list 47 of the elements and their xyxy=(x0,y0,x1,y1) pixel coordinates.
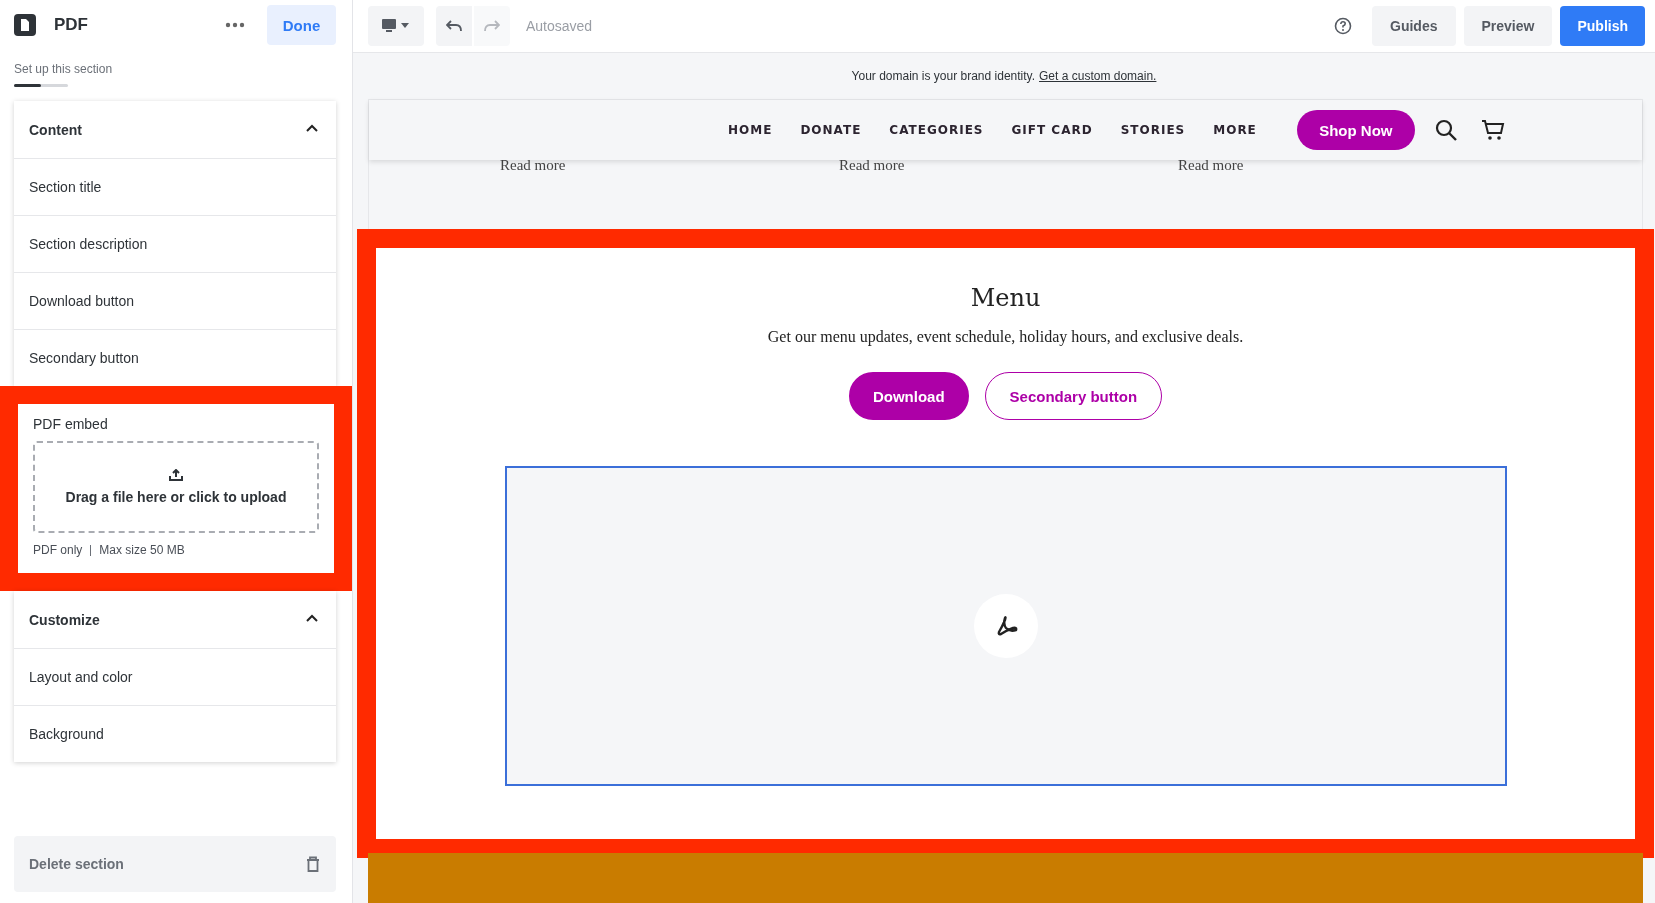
toolbar-button[interactable]: Preview xyxy=(1463,6,1553,46)
toolbar-button[interactable]: Guides xyxy=(1372,6,1456,46)
domain-banner-text: Your domain is your brand identity. xyxy=(851,69,1036,83)
upload-hint: Max size 50 MB xyxy=(99,543,185,557)
nav-link[interactable]: MORE xyxy=(1213,123,1257,137)
settings-item[interactable]: Download button xyxy=(14,272,336,329)
upload-dropzone[interactable]: Drag a file here or click to upload xyxy=(33,441,319,533)
search-icon[interactable] xyxy=(1434,119,1457,141)
section-heading: Content xyxy=(29,121,82,138)
download-button[interactable]: Download xyxy=(848,372,969,420)
read-more-link[interactable]: Read more xyxy=(500,157,839,229)
monitor-icon xyxy=(382,19,410,33)
panel-title: PDF xyxy=(54,15,89,35)
upload-icon xyxy=(169,469,183,481)
upload-hint: PDF only xyxy=(33,543,83,557)
settings-item[interactable]: Section description xyxy=(14,215,336,272)
nav-link[interactable]: DONATE xyxy=(800,123,862,137)
secondary-button[interactable]: Secondary button xyxy=(984,372,1163,420)
nav-link[interactable]: HOME xyxy=(728,123,773,137)
custom-domain-link[interactable]: Get a custom domain. xyxy=(1039,69,1157,83)
more-icon[interactable] xyxy=(225,22,245,28)
section-title: Menu xyxy=(970,284,1041,312)
settings-item[interactable]: Layout and color xyxy=(14,648,336,705)
nav-link[interactable]: STORIES xyxy=(1120,123,1186,137)
read-more-link[interactable]: Read more xyxy=(839,157,1178,229)
nav-link[interactable]: GIFT CARD xyxy=(1011,123,1093,137)
delete-section-button[interactable]: Delete section xyxy=(14,836,336,892)
panel-subtitle: Set up this section xyxy=(14,62,114,76)
settings-item[interactable]: Section title xyxy=(14,158,336,215)
section-heading: Customize xyxy=(29,611,100,628)
help-icon[interactable] xyxy=(1334,17,1353,35)
cart-icon[interactable] xyxy=(1480,119,1505,141)
redo-icon xyxy=(484,20,500,32)
document-icon xyxy=(14,14,36,36)
nav-link[interactable]: CATEGORIES xyxy=(889,123,984,137)
device-dropdown[interactable] xyxy=(368,6,424,46)
publish-button[interactable]: Publish xyxy=(1560,6,1645,46)
undo-button[interactable] xyxy=(436,6,472,46)
settings-item[interactable]: Background xyxy=(14,705,336,762)
pdf-icon xyxy=(973,594,1038,658)
shop-now-button[interactable]: Shop Now xyxy=(1296,110,1415,150)
field-label: PDF embed xyxy=(33,416,109,432)
autosave-status: Autosaved xyxy=(526,18,594,34)
undo-icon xyxy=(446,20,462,32)
trash-icon xyxy=(306,856,320,872)
section-description: Get our menu updates, event schedule, holiday hours, and exclusive deals. xyxy=(767,328,1244,346)
read-more-link[interactable]: Read more xyxy=(1178,157,1517,229)
